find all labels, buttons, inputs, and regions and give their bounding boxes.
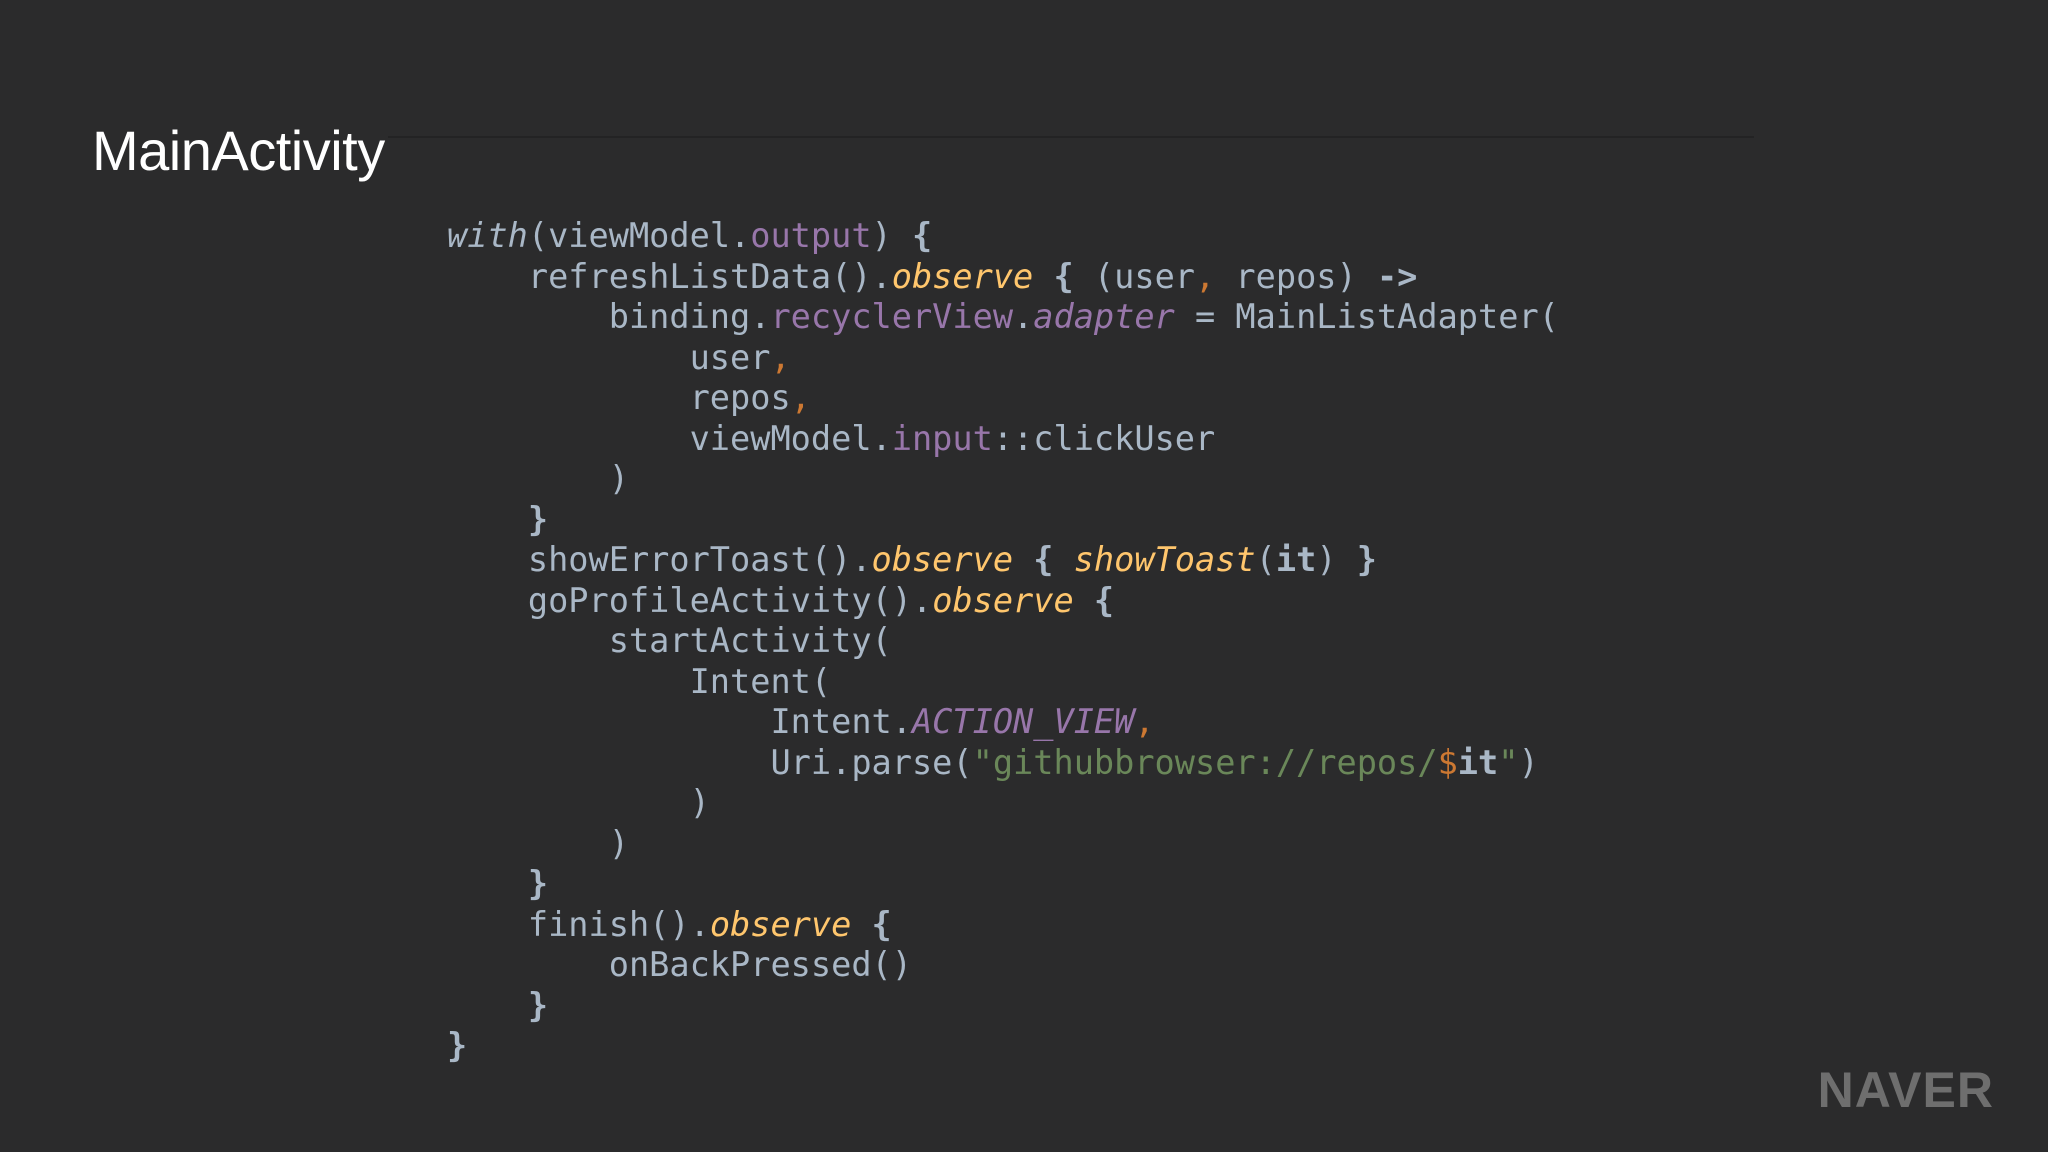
code-token: repos): [1215, 256, 1377, 296]
code-line: startActivity(: [447, 621, 1559, 662]
code-token: input: [891, 418, 993, 458]
code-token: ): [447, 783, 710, 822]
presentation-slide: MainActivity with(viewModel.output) { re…: [0, 0, 2048, 1152]
code-token: ": [1498, 742, 1519, 782]
code-line: binding.recyclerView.adapter = MainListA…: [447, 297, 1559, 338]
naver-logo: NAVER: [1817, 1062, 1994, 1118]
code-token: ): [871, 216, 912, 255]
code-token: "githubbrowser://repos/: [972, 742, 1438, 782]
code-line: Intent.ACTION_VIEW,: [447, 702, 1559, 743]
code-token: onBackPressed(): [447, 945, 912, 984]
code-line: }: [447, 864, 1559, 905]
code-line: refreshListData().observe { (user, repos…: [447, 257, 1559, 298]
code-token: ACTION_VIEW: [911, 702, 1135, 741]
code-token: output: [750, 216, 872, 255]
code-token: binding.: [447, 297, 771, 336]
code-token: viewModel.: [447, 418, 892, 458]
code-line: onBackPressed(): [447, 945, 1559, 986]
code-token: ): [447, 823, 629, 863]
code-block: with(viewModel.output) { refreshListData…: [447, 216, 1559, 1067]
code-line: user,: [447, 338, 1559, 379]
code-line: Intent(: [447, 662, 1559, 703]
code-line: viewModel.input::clickUser: [447, 419, 1559, 460]
code-line: }: [447, 500, 1559, 541]
code-token: = MainListAdapter(: [1174, 297, 1559, 336]
code-token: it: [1275, 540, 1317, 579]
code-token: observe: [709, 904, 852, 944]
code-token: user: [447, 337, 771, 377]
code-token: {: [1033, 540, 1054, 579]
code-line: finish().observe {: [447, 905, 1559, 946]
code-token: it: [1457, 742, 1499, 782]
code-token: ): [1316, 540, 1357, 579]
code-token: (: [1255, 540, 1276, 579]
title-divider: [388, 136, 1754, 138]
code-token: }: [527, 985, 549, 1025]
code-token: repos: [447, 378, 791, 417]
code-token: }: [527, 499, 549, 539]
slide-title: MainActivity: [92, 119, 385, 182]
code-token: recyclerView: [770, 297, 1014, 336]
code-token: showErrorToast().: [447, 540, 872, 579]
code-token: observe: [871, 540, 1014, 579]
code-token: with: [447, 216, 528, 255]
code-token: ->: [1376, 256, 1418, 296]
code-line: ): [447, 824, 1559, 865]
code-line: with(viewModel.output) {: [447, 216, 1559, 257]
code-token: ,: [1134, 702, 1155, 741]
code-token: ,: [1195, 256, 1216, 296]
code-line: Uri.parse("githubbrowser://repos/$it"): [447, 743, 1559, 784]
code-token: ::clickUser: [992, 418, 1216, 458]
code-line: showErrorToast().observe { showToast(it)…: [447, 540, 1559, 581]
code-token: refreshListData().: [447, 256, 892, 296]
code-token: ,: [790, 378, 811, 417]
code-token: ): [1518, 742, 1539, 782]
code-token: observe: [891, 256, 1034, 296]
code-token: ): [447, 459, 629, 498]
code-line: goProfileActivity().observe {: [447, 581, 1559, 622]
code-line: }: [447, 986, 1559, 1027]
code-line: ): [447, 783, 1559, 824]
code-token: Intent(: [447, 661, 832, 701]
code-token: adapter: [1033, 297, 1175, 336]
code-token: {: [1093, 580, 1115, 620]
code-token: startActivity(: [447, 621, 892, 660]
code-token: $: [1437, 742, 1458, 782]
code-line: ): [447, 459, 1559, 500]
code-token: {: [871, 904, 892, 944]
code-token: }: [1356, 540, 1377, 579]
code-token: observe: [932, 580, 1074, 620]
code-line: repos,: [447, 378, 1559, 419]
code-token: finish().: [447, 904, 710, 944]
code-token: ,: [770, 337, 791, 377]
code-line: }: [447, 1026, 1559, 1067]
code-token: .: [1013, 297, 1034, 336]
code-token: }: [527, 864, 549, 903]
code-token: }: [447, 1026, 468, 1065]
code-token: Intent.: [447, 702, 912, 741]
code-token: {: [911, 216, 933, 255]
code-token: goProfileActivity().: [447, 580, 933, 620]
code-token: {: [1053, 256, 1074, 296]
code-token: showToast: [1073, 540, 1256, 579]
code-token: Uri.parse(: [447, 742, 973, 782]
code-token: (viewModel.: [527, 216, 751, 255]
code-token: (user: [1073, 256, 1195, 296]
